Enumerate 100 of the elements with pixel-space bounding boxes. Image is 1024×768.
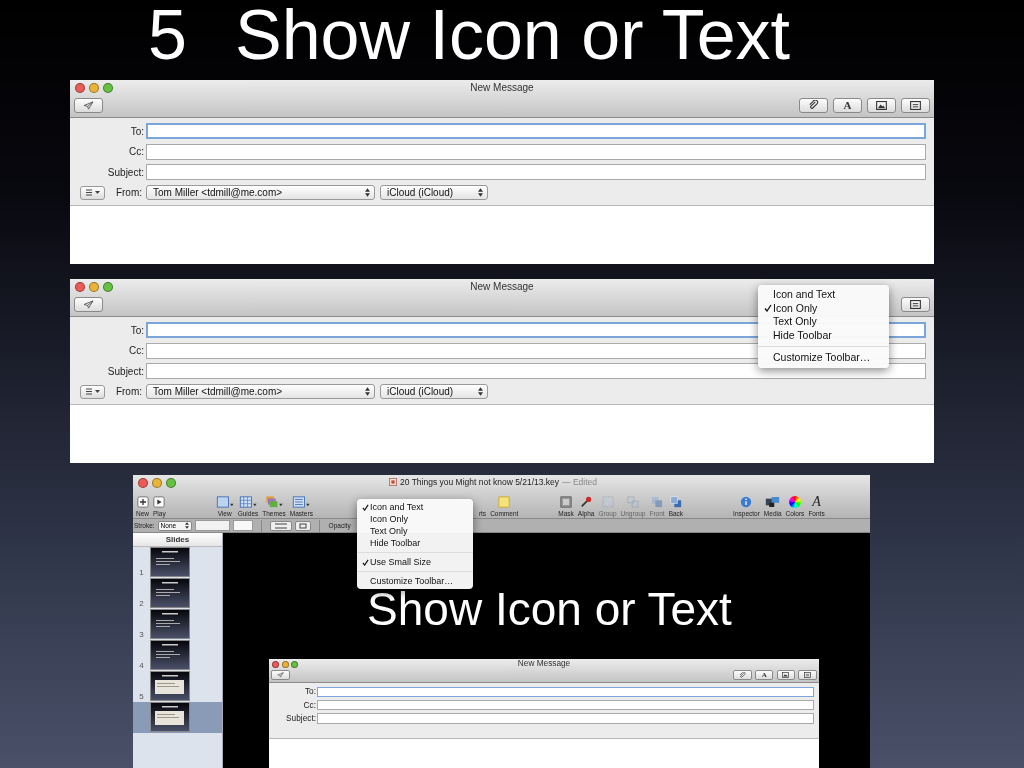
slide-thumbnail[interactable] xyxy=(150,578,190,608)
input-field[interactable] xyxy=(146,123,926,140)
plus-icon xyxy=(136,496,149,508)
zoom-button[interactable] xyxy=(103,83,113,93)
minimize-button[interactable] xyxy=(89,282,99,292)
slide-thumbnail[interactable] xyxy=(150,547,190,577)
menu-item[interactable]: Hide Toolbar xyxy=(758,328,889,342)
zoom-button[interactable] xyxy=(103,282,113,292)
minimize-button[interactable] xyxy=(89,83,99,93)
slide-thumbnail[interactable] xyxy=(150,671,190,701)
menu-item[interactable]: Use Small Size xyxy=(357,556,473,568)
updown-arrows-icon xyxy=(478,188,483,198)
input-field[interactable] xyxy=(146,143,926,160)
slide-title: Show Icon or Text xyxy=(234,0,791,70)
photo-icon xyxy=(782,672,790,678)
menu-item[interactable]: Icon and Text xyxy=(758,288,889,302)
width-field[interactable] xyxy=(232,520,253,531)
account-popup[interactable]: iCloud (iCloud) xyxy=(380,384,488,400)
close-button[interactable] xyxy=(138,478,148,488)
menu-item[interactable]: Icon Only xyxy=(357,513,473,525)
field-label: To: xyxy=(129,125,144,137)
close-button[interactable] xyxy=(75,282,85,292)
line-style-button[interactable] xyxy=(269,520,292,531)
menu-item[interactable]: Icon and Text xyxy=(357,501,473,513)
close-button[interactable] xyxy=(272,660,280,668)
field-label: From: xyxy=(114,386,142,398)
color-well[interactable] xyxy=(194,520,230,531)
slide-row[interactable]: 3 xyxy=(133,609,222,640)
lines-icon xyxy=(274,522,287,529)
media-icon xyxy=(765,496,781,508)
slide-thumbnail[interactable] xyxy=(150,702,190,732)
template-icon xyxy=(910,101,921,110)
field-label: From: xyxy=(114,187,142,199)
ungroup-icon xyxy=(627,496,639,508)
toolbar-button[interactable] xyxy=(867,98,896,113)
toolbar-button[interactable] xyxy=(799,98,828,113)
updown-arrows-icon xyxy=(365,188,370,198)
input-field[interactable] xyxy=(317,686,815,697)
window-title: New Message xyxy=(470,281,534,292)
list-menu-button[interactable] xyxy=(80,384,105,399)
slide-thumbnail[interactable] xyxy=(150,640,190,670)
info-icon xyxy=(740,496,753,508)
input-field[interactable] xyxy=(317,700,815,711)
back-icon xyxy=(669,496,682,508)
slide-index: 4 xyxy=(139,661,144,670)
toolbar-button[interactable] xyxy=(901,98,930,113)
send-button[interactable] xyxy=(271,670,290,680)
input-field[interactable] xyxy=(146,164,926,181)
layout-icon xyxy=(292,496,311,508)
slide-row[interactable]: 1 xyxy=(133,547,222,578)
list-menu-button[interactable] xyxy=(80,185,105,200)
slide-index: 2 xyxy=(139,599,144,608)
front-icon xyxy=(651,496,664,508)
field-label: Subject: xyxy=(106,166,144,178)
toolbar-button[interactable] xyxy=(901,297,930,312)
field-label: Subject: xyxy=(106,365,144,377)
zoom-button[interactable] xyxy=(166,478,176,488)
minimize-button[interactable] xyxy=(281,660,289,668)
window-icon xyxy=(215,496,234,508)
send-button[interactable] xyxy=(74,98,103,113)
from-popup[interactable]: Tom Miller <tdmill@me.com> xyxy=(146,185,375,201)
menu-item[interactable]: Icon Only xyxy=(758,301,889,315)
check-icon xyxy=(362,503,369,511)
zoom-button[interactable] xyxy=(291,660,299,668)
slide-row[interactable]: 5 xyxy=(133,671,222,702)
color-wheel-icon xyxy=(788,496,801,508)
account-popup[interactable]: iCloud (iCloud) xyxy=(380,185,488,201)
photo-icon xyxy=(876,101,887,110)
paperclip-icon xyxy=(808,100,819,111)
updown-arrows-icon xyxy=(365,387,370,397)
updown-arrows-icon xyxy=(478,387,483,397)
list-icon xyxy=(85,388,100,396)
input-field[interactable] xyxy=(317,713,815,724)
check-icon xyxy=(362,558,369,566)
minimize-button[interactable] xyxy=(152,478,162,488)
toolbar-button[interactable] xyxy=(776,670,796,680)
field-label: Cc: xyxy=(128,146,144,158)
from-popup[interactable]: Tom Miller <tdmill@me.com> xyxy=(146,384,375,400)
slide-row[interactable]: 4 xyxy=(133,640,222,671)
send-button[interactable] xyxy=(74,297,103,312)
close-button[interactable] xyxy=(75,83,85,93)
edited-status: — Edited xyxy=(562,477,598,487)
menu-item[interactable]: Customize Toolbar… xyxy=(758,351,889,365)
menu-item[interactable]: Text Only xyxy=(758,315,889,329)
play-icon xyxy=(153,496,166,508)
slide-row[interactable] xyxy=(133,702,222,733)
shadow-button[interactable] xyxy=(294,520,311,531)
input-field[interactable] xyxy=(146,363,926,380)
slide-index: 3 xyxy=(139,630,144,639)
slide-row[interactable]: 2 xyxy=(133,578,222,609)
menu-item[interactable]: Hide Toolbar xyxy=(357,537,473,549)
toolbar-button[interactable] xyxy=(798,670,817,680)
fonts-icon: A xyxy=(812,496,821,508)
document-icon xyxy=(389,478,397,486)
slide-index: 5 xyxy=(139,692,144,701)
slide-thumbnail[interactable] xyxy=(150,609,190,639)
template-icon xyxy=(910,300,921,309)
toolbar-button[interactable]: A xyxy=(833,98,862,113)
grid-icon xyxy=(238,496,257,508)
menu-item[interactable]: Text Only xyxy=(357,525,473,537)
